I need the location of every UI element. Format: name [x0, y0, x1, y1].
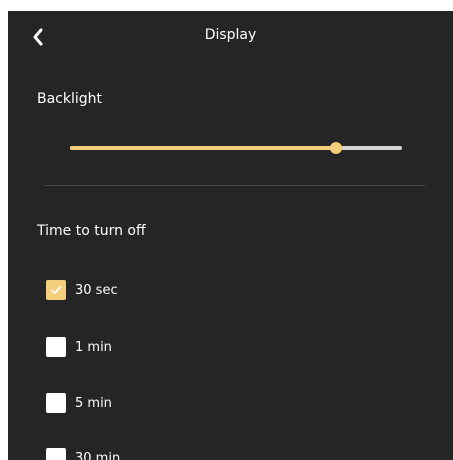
checkbox-checked[interactable]	[46, 280, 66, 300]
timeout-option-5-min[interactable]: 5 min	[46, 391, 112, 415]
section-divider	[45, 185, 425, 186]
slider-fill	[70, 146, 336, 150]
backlight-label: Backlight	[37, 91, 103, 107]
option-label: 5 min	[75, 395, 112, 411]
backlight-slider[interactable]	[70, 141, 402, 155]
checkbox[interactable]	[46, 337, 66, 357]
header-bar: Display	[8, 11, 453, 61]
checkbox[interactable]	[46, 393, 66, 413]
option-label: 1 min	[75, 339, 112, 355]
timeout-label: Time to turn off	[37, 223, 146, 239]
timeout-option-30-min[interactable]: 30 min	[46, 446, 120, 460]
option-label: 30 min	[75, 450, 121, 460]
slider-thumb[interactable]	[329, 142, 342, 154]
page-title: Display	[204, 27, 257, 43]
timeout-option-30-sec[interactable]: 30 sec	[46, 278, 118, 302]
timeout-option-1-min[interactable]: 1 min	[46, 335, 112, 359]
display-settings-screen: Display Backlight Time to turn off 30 se…	[8, 11, 453, 460]
option-label: 30 sec	[75, 282, 118, 298]
check-icon	[51, 286, 61, 294]
checkbox[interactable]	[46, 448, 66, 460]
